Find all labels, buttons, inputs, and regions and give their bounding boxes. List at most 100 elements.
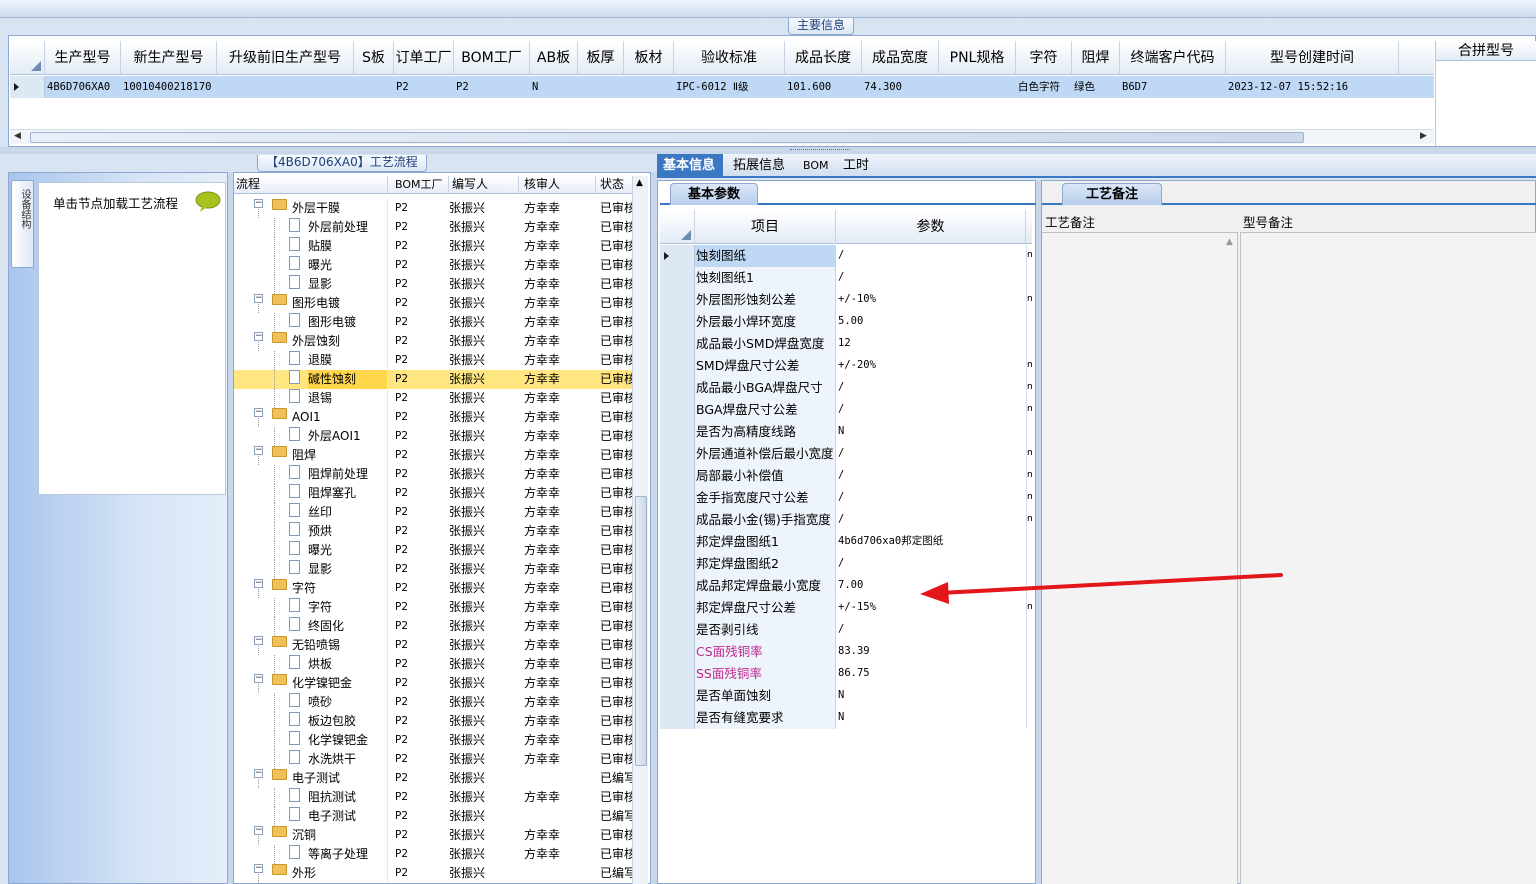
param-value[interactable]: 4b6d706xa0邦定图纸 (836, 531, 1026, 553)
param-value[interactable]: / (836, 619, 1026, 641)
process-remark-box[interactable]: ▲ (1042, 232, 1238, 884)
tree-group-node[interactable]: − 阻焊 P2 张振兴 方幸幸 已审核 (234, 446, 632, 465)
param-row[interactable]: 外层图形蚀刻公差+/-10%m (660, 289, 1032, 311)
param-value[interactable]: 86.75 (836, 663, 1026, 685)
tree-group-node[interactable]: − 字符 P2 张振兴 方幸幸 已审核 (234, 579, 632, 598)
tree-step-node[interactable]: 外层AOI1 P2 张振兴 方幸幸 已审核 (234, 427, 632, 446)
param-row[interactable]: 蚀刻图纸/m (660, 245, 1032, 267)
tree-group-node[interactable]: − 沉铜 P2 张振兴 方幸幸 已审核 (234, 826, 632, 845)
tree-step-node[interactable]: 板边包胶 P2 张振兴 方幸幸 已审核 (234, 712, 632, 731)
param-value[interactable]: N (836, 685, 1026, 707)
tree-step-node[interactable]: 曝光 P2 张振兴 方幸幸 已审核 (234, 256, 632, 275)
main-info-cell-3[interactable] (354, 76, 394, 98)
main-info-cell-4[interactable]: P2 (394, 76, 454, 98)
collapse-icon[interactable]: − (254, 446, 263, 455)
param-value[interactable]: N (836, 707, 1026, 729)
collapse-icon[interactable]: − (254, 294, 263, 303)
collapse-icon[interactable]: − (254, 636, 263, 645)
param-row[interactable]: CS面残铜率 83.39 (660, 641, 1032, 663)
param-row[interactable]: 是否单面蚀刻 N (660, 685, 1032, 707)
tree-step-node[interactable]: 图形电镀 P2 张振兴 方幸幸 已审核 (234, 313, 632, 332)
main-info-cell-13[interactable]: 白色字符 (1016, 76, 1072, 98)
main-info-hscroll[interactable]: ◀ ▶ (10, 129, 1434, 144)
main-info-col-12[interactable]: PNL规格 (939, 41, 1016, 75)
tree-group-node[interactable]: − 外形 P2 张振兴 已编写 (234, 864, 632, 883)
main-info-col-9[interactable]: 验收标准 (674, 41, 785, 75)
main-info-cell-0[interactable]: 4B6D706XA0 (45, 76, 121, 98)
main-info-col-13[interactable]: 字符 (1016, 41, 1072, 75)
tree-step-node[interactable]: 丝印 P2 张振兴 方幸幸 已审核 (234, 503, 632, 522)
tree-step-node[interactable]: 喷砂 P2 张振兴 方幸幸 已审核 (234, 693, 632, 712)
tree-step-node[interactable]: 退锡 P2 张振兴 方幸幸 已审核 (234, 389, 632, 408)
tree-step-node[interactable]: 贴膜 P2 张振兴 方幸幸 已审核 (234, 237, 632, 256)
main-info-col-1[interactable]: 新生产型号 (121, 41, 217, 75)
basic-params-subtab[interactable]: 基本参数 (660, 181, 1036, 205)
tree-step-node[interactable]: 水洗烘干 P2 张振兴 方幸幸 已审核 (234, 750, 632, 769)
main-info-col-6[interactable]: AB板 (530, 41, 578, 75)
main-info-cell-9[interactable]: IPC-6012 Ⅱ级 (674, 76, 785, 98)
param-value[interactable]: +/-10% (836, 289, 1026, 311)
col-status[interactable]: 状态 (600, 176, 632, 194)
scroll-left-arrow-icon[interactable]: ◀ (14, 131, 21, 141)
param-value[interactable]: 83.39 (836, 641, 1026, 663)
tree-step-node[interactable]: 显影 P2 张振兴 方幸幸 已审核 (234, 275, 632, 294)
main-info-col-3[interactable]: S板 (354, 41, 394, 75)
collapse-icon[interactable]: − (254, 826, 263, 835)
tree-step-node[interactable]: 外层前处理 P2 张振兴 方幸幸 已审核 (234, 218, 632, 237)
param-value[interactable]: / (836, 465, 1026, 487)
tree-group-node[interactable]: − 电子测试 P2 张振兴 已编写 (234, 769, 632, 788)
param-value[interactable]: / (836, 377, 1026, 399)
scroll-up-arrow-icon[interactable]: ▲ (636, 178, 643, 188)
hscroll-thumb[interactable] (30, 132, 1304, 143)
param-row[interactable]: SS面残铜率 86.75 (660, 663, 1032, 685)
tree-step-node[interactable]: 阻焊前处理 P2 张振兴 方幸幸 已审核 (234, 465, 632, 484)
param-value[interactable]: / (836, 443, 1026, 465)
tree-step-node[interactable]: 显影 P2 张振兴 方幸幸 已审核 (234, 560, 632, 579)
param-row[interactable]: 外层通道补偿后最小宽度/m (660, 443, 1032, 465)
tree-step-node[interactable]: 字符 P2 张振兴 方幸幸 已审核 (234, 598, 632, 617)
tree-step-node[interactable]: 碱性蚀刻 P2 张振兴 方幸幸 已审核 (234, 370, 632, 389)
main-info-cell-14[interactable]: 绿色 (1072, 76, 1120, 98)
main-info-cell-5[interactable]: P2 (454, 76, 530, 98)
main-info-col-14[interactable]: 阻焊 (1072, 41, 1120, 75)
main-info-col-5[interactable]: BOM工厂 (454, 41, 530, 75)
param-value[interactable]: / (836, 487, 1026, 509)
tree-step-node[interactable]: 退膜 P2 张振兴 方幸幸 已审核 (234, 351, 632, 370)
horizontal-splitter[interactable] (0, 147, 1536, 154)
main-info-col-2[interactable]: 升级前旧生产型号 (217, 41, 354, 75)
main-info-cell-12[interactable] (939, 76, 1016, 98)
col-writer[interactable]: 编写人 (449, 176, 519, 194)
model-remark-box[interactable] (1240, 232, 1536, 884)
tree-group-node[interactable]: − 外层干膜 P2 张振兴 方幸幸 已审核 (234, 199, 632, 218)
collapse-icon[interactable]: − (254, 579, 263, 588)
param-value[interactable]: 5.00 (836, 311, 1026, 333)
tree-step-node[interactable]: 预烘 P2 张振兴 方幸幸 已审核 (234, 522, 632, 541)
main-info-col-16[interactable]: 型号创建时间 (1226, 41, 1399, 75)
tab-basic-info[interactable]: 基本信息 (657, 154, 723, 178)
tab-extended-info[interactable]: 拓展信息 (727, 154, 791, 178)
scroll-right-arrow-icon[interactable]: ▶ (1420, 131, 1427, 141)
param-value[interactable]: +/-20% (836, 355, 1026, 377)
scroll-up-arrow-icon[interactable]: ▲ (1226, 237, 1233, 247)
tree-step-node[interactable]: 烘板 P2 张振兴 方幸幸 已审核 (234, 655, 632, 674)
main-info-col-15[interactable]: 终端客户代码 (1120, 41, 1226, 75)
device-structure-vtab[interactable]: 设备结构 (11, 180, 34, 268)
tree-group-node[interactable]: − AOI1 P2 张振兴 方幸幸 已审核 (234, 408, 632, 427)
param-row[interactable]: 成品最小金(锡)手指宽度/m (660, 509, 1032, 531)
param-row[interactable]: 成品最小SMD焊盘宽度 12 (660, 333, 1032, 355)
param-row[interactable]: 成品最小BGA焊盘尺寸/m (660, 377, 1032, 399)
param-row[interactable]: 蚀刻图纸1/ (660, 267, 1032, 289)
params-corner[interactable] (660, 210, 695, 244)
param-value[interactable]: / (836, 509, 1026, 531)
main-info-cell-10[interactable]: 101.600 (785, 76, 862, 98)
col-checker[interactable]: 核审人 (521, 176, 596, 194)
main-info-cell-16[interactable]: 2023-12-07 15:52:16 (1226, 76, 1399, 98)
tab-work-hours[interactable]: 工时 (837, 154, 875, 178)
main-info-col-7[interactable]: 板厚 (578, 41, 624, 75)
param-row[interactable]: 是否有缝宽要求 N (660, 707, 1032, 729)
param-row[interactable]: 邦定焊盘图纸1 4b6d706xa0邦定图纸 (660, 531, 1032, 553)
param-row[interactable]: 外层最小焊环宽度 5.00 (660, 311, 1032, 333)
main-info-data-row[interactable]: 4B6D706XA0 10010400218170 P2 P2 N IPC-6012 Ⅱ级… (10, 76, 1434, 98)
param-row[interactable]: 是否剥引线 / (660, 619, 1032, 641)
tree-group-node[interactable]: − 图形电镀 P2 张振兴 方幸幸 已审核 (234, 294, 632, 313)
